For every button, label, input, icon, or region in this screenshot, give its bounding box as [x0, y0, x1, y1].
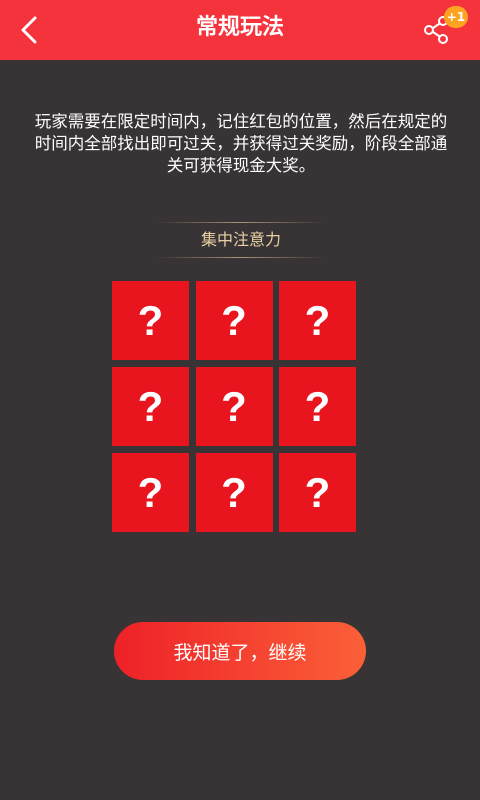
back-button[interactable]	[8, 8, 52, 52]
hidden-card[interactable]: ?	[195, 281, 273, 360]
section-header: 集中注意力	[158, 222, 324, 258]
hidden-card[interactable]: ?	[195, 367, 273, 446]
hidden-card[interactable]: ?	[279, 453, 356, 532]
chevron-left-icon	[21, 16, 37, 44]
page-title: 常规玩法	[195, 15, 284, 40]
hidden-card[interactable]: ?	[112, 281, 189, 360]
continue-button[interactable]: 我知道了，继续	[114, 622, 366, 680]
hidden-card[interactable]: ?	[279, 367, 356, 446]
rules-description: 玩家需要在限定时间内，记住红包的位置，然后在规定的时间内全部找出即可过关，并获得…	[34, 112, 448, 175]
top-bar: 常规玩法 +1	[0, 0, 480, 60]
divider-bottom	[158, 257, 324, 258]
section-label: 集中注意力	[200, 230, 281, 249]
share-badge: +1	[444, 6, 468, 28]
hidden-card[interactable]: ?	[279, 281, 356, 360]
hidden-card[interactable]: ?	[112, 367, 189, 446]
red-envelope-grid: ? ? ? ? ? ? ? ? ?	[112, 281, 356, 532]
hidden-card[interactable]: ?	[112, 453, 189, 532]
hidden-card[interactable]: ?	[195, 453, 273, 532]
